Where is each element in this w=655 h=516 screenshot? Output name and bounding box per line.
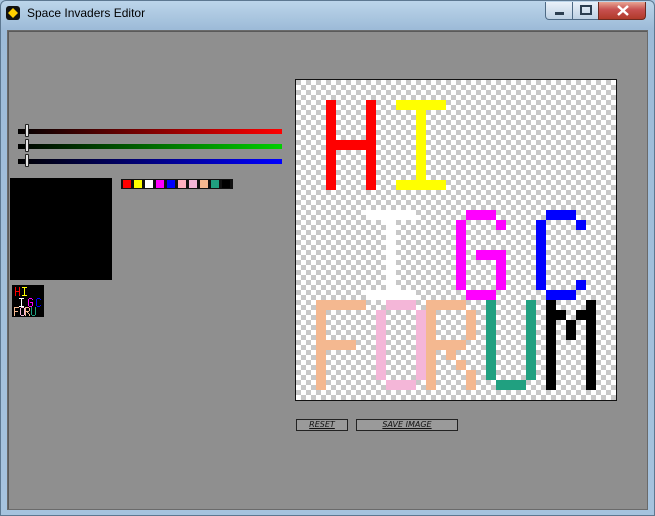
minimize-icon	[555, 12, 564, 15]
green-slider-track	[18, 144, 282, 149]
minimize-button[interactable]	[545, 2, 573, 20]
editor-area: RESET SAVE IMAGE	[7, 30, 648, 510]
blue-slider[interactable]	[18, 154, 282, 167]
palette-color-5[interactable]	[177, 179, 187, 189]
image-thumbnail	[12, 285, 44, 317]
palette-color-3[interactable]	[155, 179, 165, 189]
pixel-canvas[interactable]	[295, 79, 617, 401]
close-button[interactable]	[598, 2, 646, 20]
palette-color-4[interactable]	[166, 179, 176, 189]
green-slider[interactable]	[18, 139, 282, 152]
palette-color-6[interactable]	[188, 179, 198, 189]
maximize-icon	[580, 5, 592, 15]
color-palette	[121, 179, 233, 189]
blue-slider-track	[18, 159, 282, 164]
close-icon	[617, 5, 629, 16]
palette-color-0[interactable]	[122, 179, 132, 189]
green-slider-thumb[interactable]	[25, 139, 29, 152]
palette-color-9[interactable]	[221, 179, 231, 189]
save-image-button[interactable]: SAVE IMAGE	[356, 419, 458, 431]
red-slider[interactable]	[18, 124, 282, 137]
app-icon	[6, 6, 20, 20]
palette-color-1[interactable]	[133, 179, 143, 189]
window-title: Space Invaders Editor	[27, 6, 146, 20]
app-window: Space Invaders Editor RESET SAVE IMAGE	[0, 0, 655, 516]
current-color-preview	[10, 178, 112, 280]
maximize-button[interactable]	[572, 2, 599, 20]
title-bar[interactable]: Space Invaders Editor	[1, 1, 654, 27]
palette-color-7[interactable]	[199, 179, 209, 189]
red-slider-thumb[interactable]	[25, 124, 29, 137]
palette-color-2[interactable]	[144, 179, 154, 189]
reset-button[interactable]: RESET	[296, 419, 348, 431]
blue-slider-thumb[interactable]	[25, 154, 29, 167]
red-slider-track	[18, 129, 282, 134]
palette-color-8[interactable]	[210, 179, 220, 189]
